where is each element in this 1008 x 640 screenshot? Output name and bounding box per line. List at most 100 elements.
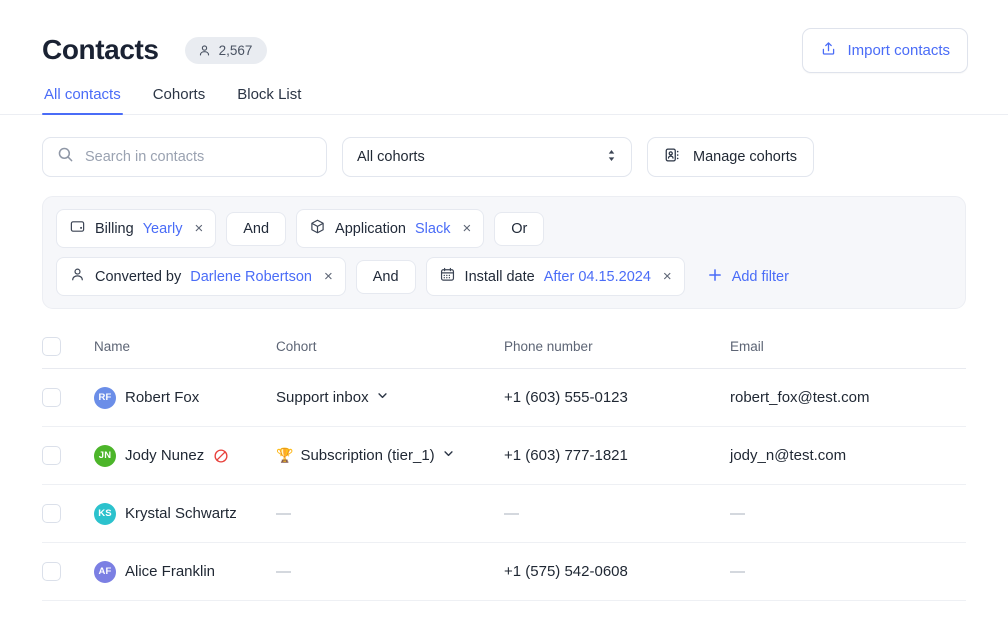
- cohort-dropdown[interactable]: 🏆 Subscription (tier_1): [276, 447, 455, 464]
- cohort-filter-value: All cohorts: [357, 149, 425, 165]
- contact-phone: +1 (575) 542-0608: [504, 563, 628, 580]
- cube-icon: [309, 218, 326, 239]
- page-header: Contacts 2,567 Import contacts: [0, 0, 1008, 74]
- cohort-filter-select[interactable]: All cohorts: [342, 137, 632, 177]
- contact-phone: +1 (603) 555-0123: [504, 389, 628, 406]
- tab-block-list[interactable]: Block List: [235, 82, 303, 114]
- filter-chip-value[interactable]: Yearly: [143, 221, 183, 237]
- table-row[interactable]: JN Jody Nunez 🏆 Subscription (tier_1) +1…: [42, 427, 966, 485]
- column-header-name[interactable]: Name: [94, 329, 276, 366]
- wallet-icon: [69, 218, 86, 239]
- contact-name-cell: KS Krystal Schwartz: [94, 502, 276, 525]
- remove-filter-icon[interactable]: ×: [462, 221, 471, 236]
- row-select-cell: [42, 388, 94, 407]
- table-body: RF Robert Fox Support inbox +1 (603) 555…: [42, 369, 966, 601]
- contact-name-cell: RF Robert Fox: [94, 386, 276, 409]
- table-row[interactable]: AF Alice Franklin — +1 (575) 542-0608 —: [42, 543, 966, 601]
- search-icon: [57, 146, 74, 168]
- filter-chip-billing[interactable]: Billing Yearly ×: [56, 209, 217, 248]
- row-checkbox[interactable]: [42, 446, 61, 465]
- upload-icon: [820, 40, 837, 61]
- page-title: Contacts: [42, 34, 159, 65]
- contact-count-badge: 2,567: [184, 36, 268, 64]
- filter-chip-field: Billing: [95, 220, 134, 237]
- cohort-dropdown[interactable]: Support inbox: [276, 389, 389, 406]
- contact-name: Jody Nunez: [125, 447, 205, 464]
- contact-cohort-cell: —: [276, 505, 291, 522]
- chevron-updown-icon: [606, 148, 617, 167]
- contact-email: —: [730, 505, 745, 522]
- contact-name-cell: JN Jody Nunez: [94, 444, 276, 467]
- filter-chip-application[interactable]: Application Slack ×: [296, 209, 485, 248]
- avatar: AF: [94, 560, 116, 583]
- filter-logic-or-1[interactable]: Or: [494, 211, 545, 246]
- row-checkbox[interactable]: [42, 388, 61, 407]
- contact-phone: +1 (603) 777-1821: [504, 447, 628, 464]
- contact-cohort-cell[interactable]: Support inbox: [276, 389, 504, 406]
- contacts-page: Contacts 2,567 Import contacts All conta…: [0, 0, 1008, 640]
- add-filter-label: Add filter: [731, 268, 789, 285]
- cohort-label: Subscription (tier_1): [300, 447, 435, 464]
- cohort-label: Support inbox: [276, 389, 369, 406]
- import-contacts-label: Import contacts: [847, 41, 950, 59]
- calendar-icon: [439, 266, 456, 287]
- filter-chip-field: Converted by: [95, 268, 182, 285]
- contacts-table: Name Cohort Phone number Email RF Robert…: [42, 327, 966, 601]
- person-icon: [198, 44, 211, 57]
- avatar: JN: [94, 444, 116, 467]
- filter-chip-field: Application: [335, 220, 406, 237]
- filter-chip-value[interactable]: Darlene Robertson: [190, 269, 312, 285]
- remove-filter-icon[interactable]: ×: [324, 269, 333, 284]
- select-all-checkbox[interactable]: [42, 337, 61, 356]
- column-header-cohort[interactable]: Cohort: [276, 329, 504, 366]
- contact-email: —: [730, 563, 745, 580]
- tab-cohorts[interactable]: Cohorts: [151, 82, 208, 114]
- search-box[interactable]: [42, 137, 327, 177]
- filter-logic-and-2[interactable]: And: [355, 259, 416, 294]
- row-checkbox[interactable]: [42, 562, 61, 581]
- column-header-phone[interactable]: Phone number: [504, 329, 730, 366]
- contact-cohort-cell: —: [276, 563, 291, 580]
- manage-cohorts-button[interactable]: Manage cohorts: [647, 137, 814, 177]
- contact-email: jody_n@test.com: [730, 447, 847, 464]
- filter-row-2: Converted by Darlene Robertson × And Ins…: [56, 257, 952, 296]
- contact-name-cell: AF Alice Franklin: [94, 560, 276, 583]
- filter-logic-and-1[interactable]: And: [226, 211, 287, 246]
- chevron-down-icon: [442, 447, 455, 464]
- tab-all-contacts[interactable]: All contacts: [42, 82, 123, 115]
- search-input[interactable]: [85, 149, 312, 165]
- remove-filter-icon[interactable]: ×: [663, 269, 672, 284]
- table-header-row: Name Cohort Phone number Email: [42, 327, 966, 369]
- contact-name: Alice Franklin: [125, 563, 216, 580]
- column-header-email[interactable]: Email: [730, 329, 966, 366]
- filter-panel: Billing Yearly × And Application Slack ×…: [42, 196, 966, 309]
- row-checkbox[interactable]: [42, 504, 61, 523]
- avatar: RF: [94, 386, 116, 409]
- add-filter-button[interactable]: Add filter: [695, 259, 795, 295]
- filter-chip-install-date[interactable]: Install date After 04.15.2024 ×: [425, 257, 685, 296]
- table-row[interactable]: KS Krystal Schwartz — — —: [42, 485, 966, 543]
- contact-name: Robert Fox: [125, 389, 200, 406]
- controls-bar: All cohorts Manage cohorts: [0, 115, 1008, 177]
- filter-chip-converted-by[interactable]: Converted by Darlene Robertson ×: [56, 257, 346, 296]
- avatar: KS: [94, 502, 116, 525]
- select-all-cell: [42, 327, 94, 368]
- table-row[interactable]: RF Robert Fox Support inbox +1 (603) 555…: [42, 369, 966, 427]
- chevron-down-icon: [376, 389, 389, 406]
- filter-chip-value[interactable]: Slack: [415, 221, 450, 237]
- table-header: Name Cohort Phone number Email: [42, 327, 966, 369]
- filter-chip-value[interactable]: After 04.15.2024: [544, 269, 651, 285]
- blocked-icon: [213, 448, 229, 464]
- remove-filter-icon[interactable]: ×: [194, 221, 203, 236]
- plus-icon: [707, 267, 723, 287]
- filter-chip-field: Install date: [464, 268, 535, 285]
- contact-count-value: 2,567: [218, 42, 253, 58]
- manage-cohorts-label: Manage cohorts: [693, 149, 797, 165]
- contact-name: Krystal Schwartz: [125, 505, 237, 522]
- row-select-cell: [42, 446, 94, 465]
- import-contacts-button[interactable]: Import contacts: [802, 27, 968, 73]
- contact-cohort-cell[interactable]: 🏆 Subscription (tier_1): [276, 447, 504, 464]
- contact-card-icon: [664, 146, 682, 168]
- tab-bar: All contacts Cohorts Block List: [0, 82, 1008, 115]
- row-select-cell: [42, 562, 94, 581]
